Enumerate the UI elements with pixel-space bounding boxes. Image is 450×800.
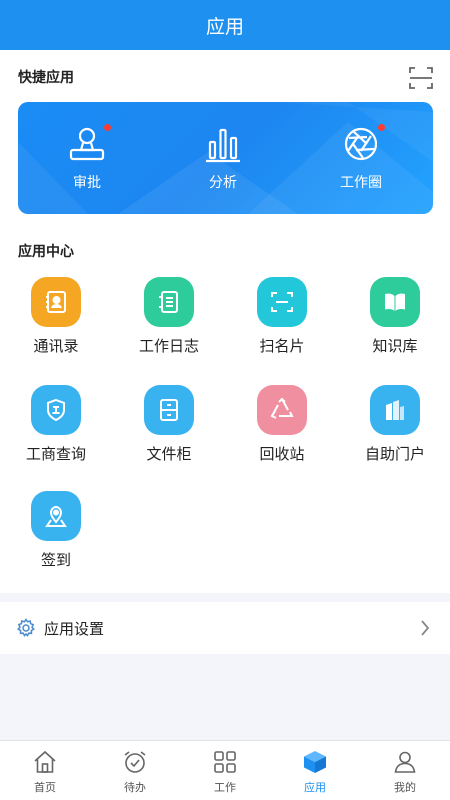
notebook-icon xyxy=(144,277,194,327)
quick-apps-banner: 审批 分析 工作圈 xyxy=(18,102,433,214)
cabinet-icon xyxy=(144,385,194,435)
tab-label: 应用 xyxy=(304,781,326,794)
app-center-title: 应用中心 xyxy=(18,244,74,260)
tab-apps[interactable]: 应用 xyxy=(270,741,360,800)
recycle-icon xyxy=(257,385,307,435)
scan-card-icon xyxy=(257,277,307,327)
badge-dot xyxy=(104,124,111,131)
building-icon xyxy=(370,385,420,435)
app-label: 工作日志 xyxy=(138,337,199,355)
tab-label: 我的 xyxy=(394,781,416,794)
tab-work[interactable]: 工作 xyxy=(180,741,270,800)
app-contacts[interactable]: 通讯录 xyxy=(0,277,112,356)
contacts-icon xyxy=(31,277,81,327)
app-center-section: 应用中心 通讯录 工作日志 扫名片 知识库 工商查询 文件柜 回收站 自助门户 … xyxy=(0,235,450,593)
app-scan-card[interactable]: 扫名片 xyxy=(226,277,338,356)
quick-item-label: 分析 xyxy=(209,175,237,191)
app-label: 通讯录 xyxy=(33,337,79,355)
app-label: 自助门户 xyxy=(364,445,425,463)
app-label: 文件柜 xyxy=(146,445,192,463)
person-icon xyxy=(392,749,418,775)
quick-apps-title: 快捷应用 xyxy=(18,70,74,86)
top-app-bar: 应用 xyxy=(0,0,450,50)
app-check-in[interactable]: 签到 xyxy=(0,491,112,570)
cube-icon xyxy=(302,749,328,775)
tab-profile[interactable]: 我的 xyxy=(360,741,450,800)
tab-label: 首页 xyxy=(34,781,56,794)
quick-apps-section: 快捷应用 审批 分析 工作圈 xyxy=(0,50,450,235)
tab-todo[interactable]: 待办 xyxy=(90,741,180,800)
stamp-icon xyxy=(67,127,107,168)
quick-item-work-circle[interactable]: 工作圈 xyxy=(316,124,406,192)
quick-item-label: 工作圈 xyxy=(340,175,382,191)
aperture-icon xyxy=(341,127,381,168)
app-recycle-bin[interactable]: 回收站 xyxy=(226,385,338,464)
home-icon xyxy=(32,749,58,775)
grid-icon xyxy=(212,749,238,775)
quick-item-approval[interactable]: 审批 xyxy=(42,124,132,192)
app-settings-row[interactable]: 应用设置 xyxy=(0,602,450,654)
app-settings-label: 应用设置 xyxy=(44,620,105,638)
chevron-right-icon xyxy=(420,620,430,640)
app-label: 知识库 xyxy=(372,337,418,355)
scan-icon[interactable] xyxy=(408,65,434,91)
badge-dot xyxy=(378,124,385,131)
quick-item-analysis[interactable]: 分析 xyxy=(178,124,268,192)
bar-chart-icon xyxy=(203,128,243,168)
app-label: 扫名片 xyxy=(259,337,305,355)
app-work-log[interactable]: 工作日志 xyxy=(113,277,225,356)
app-file-cabinet[interactable]: 文件柜 xyxy=(113,385,225,464)
tab-label: 待办 xyxy=(124,781,146,794)
location-icon xyxy=(31,491,81,541)
alarm-clock-icon xyxy=(122,749,148,775)
book-icon xyxy=(370,277,420,327)
page-title: 应用 xyxy=(205,15,244,38)
app-knowledge-base[interactable]: 知识库 xyxy=(339,277,450,356)
tab-home[interactable]: 首页 xyxy=(0,741,90,800)
app-label: 签到 xyxy=(40,551,71,569)
app-label: 回收站 xyxy=(259,445,305,463)
shield-icon xyxy=(31,385,81,435)
gear-icon xyxy=(16,618,36,642)
app-business-query[interactable]: 工商查询 xyxy=(0,385,112,464)
bottom-tab-bar: 首页 待办 工作 应用 我的 xyxy=(0,740,450,800)
tab-label: 工作 xyxy=(214,781,236,794)
quick-item-label: 审批 xyxy=(73,175,101,191)
app-label: 工商查询 xyxy=(25,445,86,463)
app-self-service-portal[interactable]: 自助门户 xyxy=(339,385,450,464)
